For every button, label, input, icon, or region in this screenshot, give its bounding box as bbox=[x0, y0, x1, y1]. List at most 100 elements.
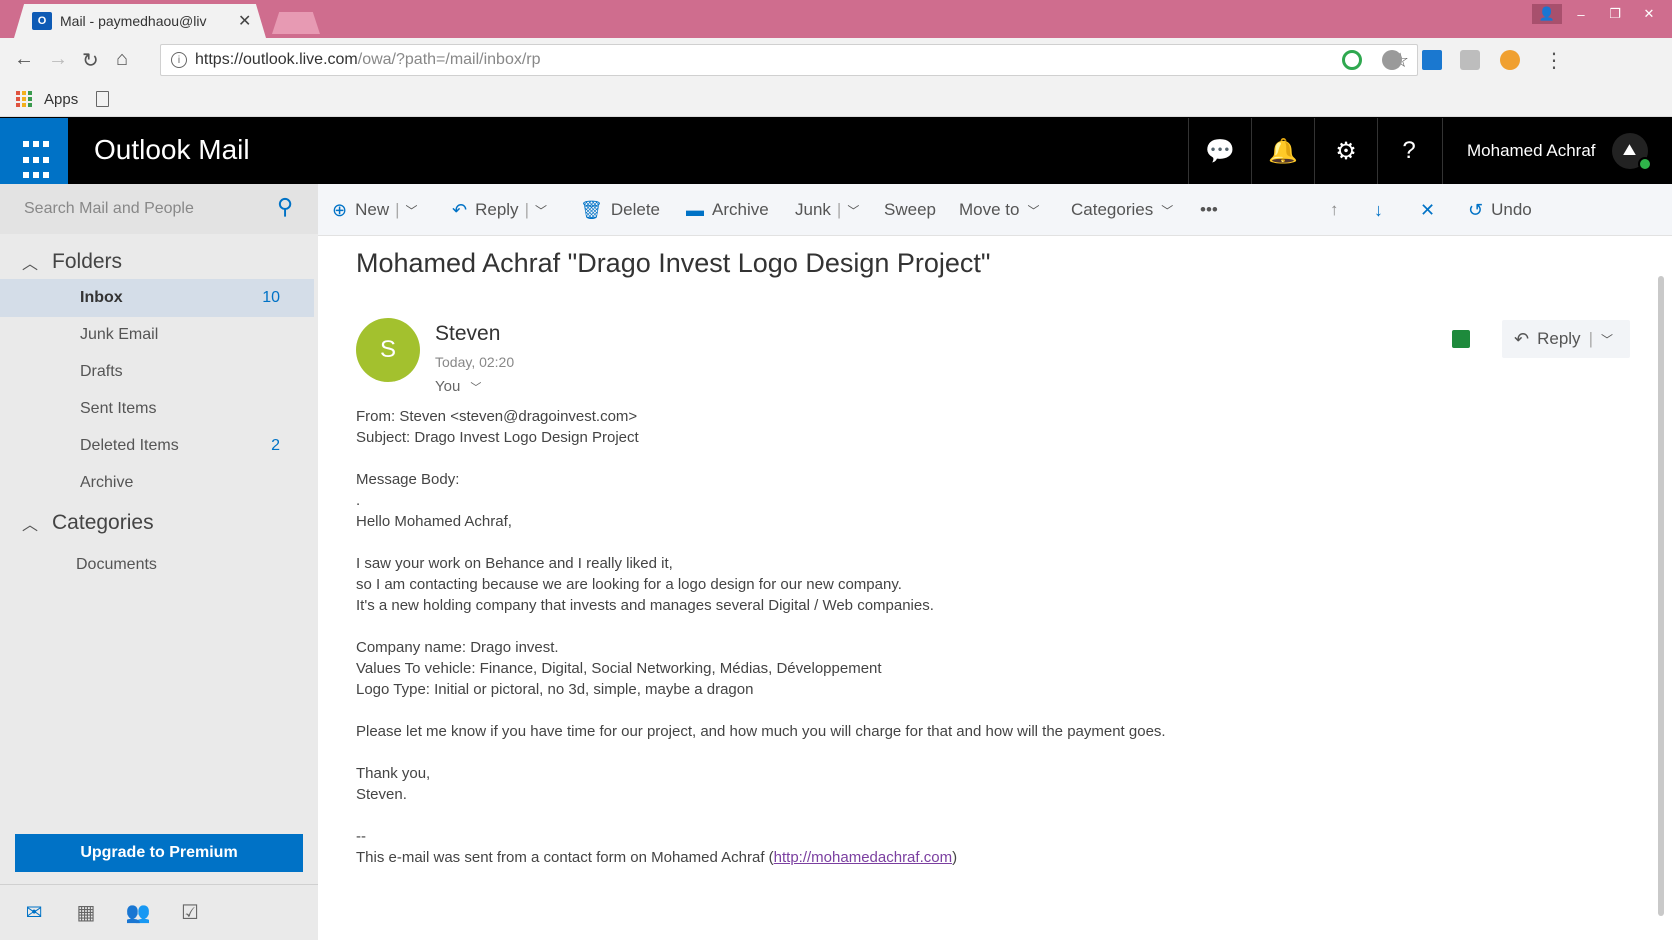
account-menu[interactable]: Mohamed Achraf ⛰ bbox=[1442, 118, 1652, 184]
search-input[interactable]: Search Mail and People bbox=[24, 200, 270, 218]
restore-button[interactable]: ❐ bbox=[1600, 4, 1630, 24]
site-info-icon[interactable]: i bbox=[171, 52, 187, 68]
bookmarks-bar: Apps bbox=[0, 82, 1672, 117]
upgrade-premium-button[interactable]: Upgrade to Premium bbox=[15, 834, 303, 872]
back-icon[interactable]: ← bbox=[14, 48, 34, 71]
flag-icon[interactable] bbox=[1452, 330, 1470, 348]
people-icon[interactable]: 👥 bbox=[126, 902, 151, 924]
reading-pane: Mohamed Achraf "Drago Invest Logo Design… bbox=[318, 236, 1650, 940]
categories-button[interactable]: Categories ﹀ bbox=[1071, 198, 1173, 222]
body-line: Thank you, bbox=[356, 765, 431, 782]
body-line: From: Steven <steven@dragoinvest.com> bbox=[356, 408, 638, 425]
previous-message-icon[interactable]: ↑ bbox=[1330, 198, 1339, 222]
category-label: Documents bbox=[76, 556, 157, 573]
chevron-up-icon: ︿ bbox=[22, 256, 39, 273]
app-launcher-icon[interactable] bbox=[0, 118, 68, 184]
message-body: From: Steven <steven@dragoinvest.com> Su… bbox=[356, 406, 1616, 868]
outlook-favicon-icon: O bbox=[32, 12, 52, 30]
chevron-up-icon: ︿ bbox=[22, 517, 39, 534]
folder-label: Junk Email bbox=[80, 326, 159, 343]
minimize-button[interactable]: – bbox=[1566, 4, 1596, 24]
categories-command-label: Categories bbox=[1071, 200, 1154, 219]
settings-gear-icon[interactable]: ⚙ bbox=[1314, 118, 1377, 184]
undo-button[interactable]: ↺ Undo bbox=[1468, 198, 1532, 222]
tasks-icon[interactable]: ☑ bbox=[178, 902, 202, 924]
sender-name[interactable]: Steven bbox=[435, 322, 500, 346]
more-actions-button[interactable]: ••• bbox=[1200, 198, 1218, 222]
next-message-icon[interactable]: ↓ bbox=[1374, 198, 1391, 222]
folder-label: Drafts bbox=[80, 363, 123, 380]
chevron-down-icon[interactable]: ﹀ bbox=[535, 202, 547, 219]
module-switcher: ✉ ▦ 👥 ☑ bbox=[0, 884, 318, 940]
website-link[interactable]: http://mohamedachraf.com bbox=[774, 849, 952, 866]
junk-button[interactable]: Junk | ﹀ bbox=[795, 198, 859, 222]
chevron-down-icon[interactable]: ﹀ bbox=[1601, 331, 1613, 348]
extension-orange-icon[interactable] bbox=[1500, 50, 1520, 70]
chevron-down-icon[interactable]: ﹀ bbox=[470, 382, 481, 394]
close-window-button[interactable]: ✕ bbox=[1634, 4, 1664, 24]
reply-button[interactable]: ↶ Reply | ﹀ bbox=[452, 198, 547, 222]
search-icon[interactable]: ⚲ bbox=[270, 194, 300, 224]
folder-label: Sent Items bbox=[80, 400, 157, 417]
apps-bookmark[interactable]: Apps bbox=[44, 91, 78, 108]
close-message-icon[interactable]: ✕ bbox=[1420, 198, 1443, 222]
recipients[interactable]: You ﹀ bbox=[435, 378, 481, 395]
extension-camera-icon[interactable] bbox=[1460, 50, 1480, 70]
sender-avatar[interactable]: S bbox=[356, 318, 420, 382]
extension-shield-icon[interactable] bbox=[1382, 50, 1402, 70]
extension-green-icon[interactable] bbox=[1342, 50, 1362, 70]
folder-drafts[interactable]: Drafts bbox=[0, 353, 314, 391]
message-reply-button[interactable]: ↶ Reply | ﹀ bbox=[1502, 320, 1630, 358]
folders-label: Folders bbox=[52, 250, 123, 273]
address-bar[interactable]: i https://outlook.live.com/owa/?path=/ma… bbox=[160, 44, 1418, 76]
close-tab-icon[interactable]: ✕ bbox=[238, 11, 251, 31]
delete-button[interactable]: 🗑 Delete bbox=[580, 198, 660, 222]
page-bookmark-icon[interactable] bbox=[96, 91, 110, 107]
folder-deleted-items[interactable]: Deleted Items 2 bbox=[0, 427, 314, 465]
category-documents[interactable]: Documents bbox=[0, 546, 314, 584]
browser-toolbar: ← → ↻ ⌂ i https://outlook.live.com/owa/?… bbox=[0, 38, 1672, 82]
mail-icon[interactable]: ✉ bbox=[22, 902, 46, 924]
browser-tab[interactable]: O Mail - paymedhaou@liv ✕ bbox=[14, 4, 266, 38]
chevron-down-icon[interactable]: ﹀ bbox=[406, 202, 418, 219]
search-box[interactable]: Search Mail and People ⚲ bbox=[0, 184, 318, 234]
categories-section-header[interactable]: ︿ Categories bbox=[22, 511, 154, 535]
folder-inbox[interactable]: Inbox 10 bbox=[0, 279, 314, 317]
calendar-icon[interactable]: ▦ bbox=[74, 902, 98, 924]
unread-count: 10 bbox=[262, 289, 280, 306]
move-to-button[interactable]: Move to ﹀ bbox=[959, 198, 1040, 222]
folder-archive[interactable]: Archive bbox=[0, 464, 314, 502]
folders-section-header[interactable]: ︿ Folders bbox=[22, 250, 122, 274]
folder-label: Archive bbox=[80, 474, 134, 491]
folder-junk-email[interactable]: Junk Email bbox=[0, 316, 314, 354]
notifications-bell-icon[interactable]: 🔔 bbox=[1251, 118, 1314, 184]
chat-icon[interactable]: 💬 bbox=[1188, 118, 1251, 184]
forward-icon[interactable]: → bbox=[48, 48, 68, 71]
message-date: Today, 02:20 bbox=[435, 354, 515, 370]
reload-icon[interactable]: ↻ bbox=[82, 48, 99, 73]
home-icon[interactable]: ⌂ bbox=[116, 48, 128, 71]
app-title: Outlook Mail bbox=[94, 134, 250, 165]
scrollbar-thumb[interactable] bbox=[1658, 276, 1664, 916]
undo-icon: ↺ bbox=[1468, 199, 1484, 220]
apps-grid-icon[interactable] bbox=[16, 91, 32, 107]
body-line: . bbox=[356, 492, 361, 509]
avatar[interactable]: ⛰ bbox=[1611, 133, 1652, 171]
footer-line: This e-mail was sent from a contact form… bbox=[356, 847, 1616, 868]
extension-download-icon[interactable] bbox=[1422, 50, 1442, 70]
chevron-down-icon[interactable]: ﹀ bbox=[847, 202, 859, 219]
new-button[interactable]: ⊕ New | ﹀ bbox=[332, 198, 418, 222]
tab-title: Mail - paymedhaou@liv bbox=[60, 13, 207, 29]
archive-button[interactable]: ▬ Archive bbox=[686, 198, 769, 222]
help-icon[interactable]: ? bbox=[1377, 118, 1440, 184]
browser-titlebar: O Mail - paymedhaou@liv ✕ 👤 – ❐ ✕ bbox=[0, 0, 1672, 38]
navigation-pane: Search Mail and People ⚲ ︿ Folders Inbox… bbox=[0, 184, 318, 940]
folder-sent-items[interactable]: Sent Items bbox=[0, 390, 314, 428]
browser-menu-icon[interactable]: ⋮ bbox=[1544, 48, 1564, 73]
profile-icon[interactable]: 👤 bbox=[1532, 4, 1562, 24]
sweep-button[interactable]: Sweep bbox=[884, 198, 936, 222]
reading-pane-scrollbar[interactable] bbox=[1650, 236, 1672, 940]
sweep-label: Sweep bbox=[884, 200, 936, 219]
reply-icon: ↶ bbox=[452, 199, 468, 220]
new-tab-button[interactable] bbox=[272, 12, 320, 34]
